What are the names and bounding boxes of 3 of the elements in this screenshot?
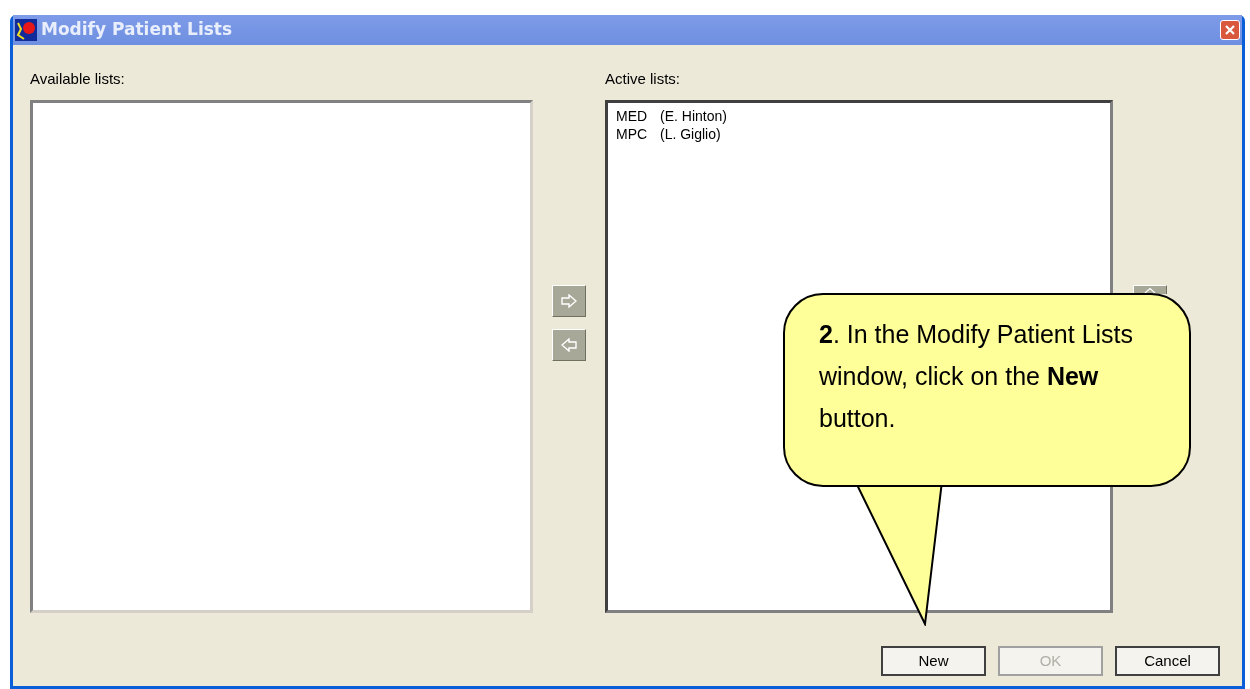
- active-lists-label: Active lists:: [605, 69, 681, 89]
- window-title: Modify Patient Lists: [41, 18, 233, 42]
- available-lists-label: Available lists:: [30, 69, 126, 89]
